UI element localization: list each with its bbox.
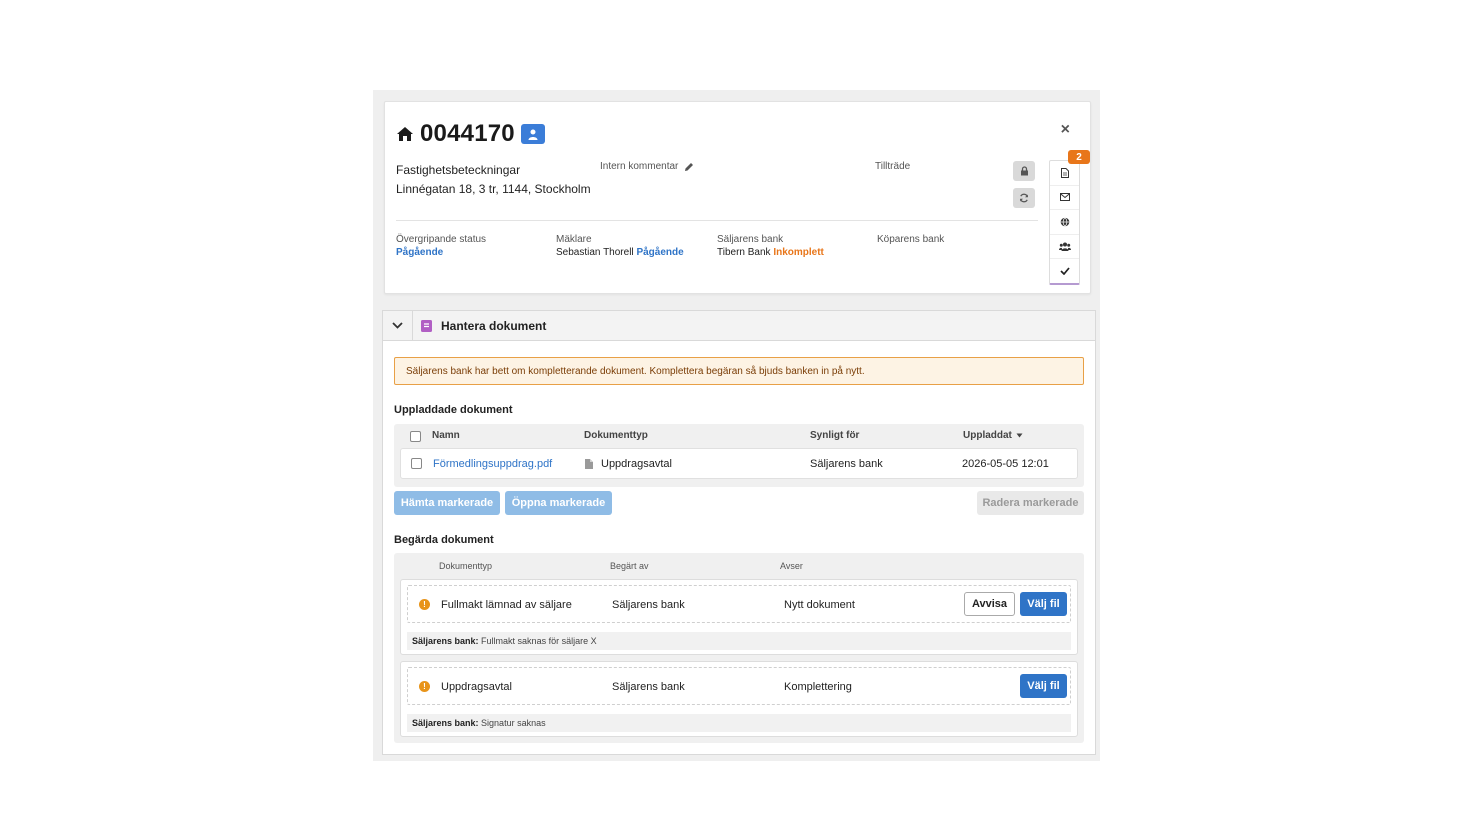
row-uploaded: 2026-05-05 12:01	[962, 458, 1049, 470]
lock-button[interactable]	[1013, 161, 1035, 181]
globe-button[interactable]	[1050, 210, 1079, 235]
notification-badge: 2	[1068, 150, 1090, 164]
col-type: Dokumenttyp	[584, 430, 648, 441]
home-icon	[397, 127, 413, 141]
request-note: Säljarens bank: Fullmakt saknas för sälj…	[407, 632, 1071, 650]
row-visible: Säljarens bank	[810, 458, 883, 470]
collapse-button[interactable]	[383, 311, 413, 340]
broker-status-value: Pågående	[636, 247, 684, 258]
request-item: ! Fullmakt lämnad av säljare Säljarens b…	[400, 579, 1078, 655]
documents-header: Hantera dokument	[383, 311, 1095, 341]
overall-status: Övergripande status Pågående	[396, 234, 486, 258]
request-by: Säljarens bank	[612, 599, 685, 611]
request-type: Fullmakt lämnad av säljare	[441, 599, 572, 611]
request-note-who: Säljarens bank:	[412, 718, 479, 728]
requested-table: Dokumenttyp Begärt av Avser ! Fullmakt l…	[394, 553, 1084, 743]
warning-icon: !	[419, 599, 430, 610]
request-row: ! Uppdragsavtal Säljarens bank Komplette…	[407, 667, 1071, 705]
choose-file-button[interactable]: Välj fil	[1020, 592, 1067, 616]
info-alert: Säljarens bank har bett om kompletterand…	[394, 357, 1084, 385]
refresh-icon	[1019, 193, 1029, 203]
request-item: ! Uppdragsavtal Säljarens bank Komplette…	[400, 661, 1078, 737]
requested-title: Begärda dokument	[394, 534, 494, 546]
document-icon	[1060, 167, 1069, 178]
open-selected-button[interactable]: Öppna markerade	[505, 491, 612, 515]
req-col-requested-by: Begärt av	[610, 561, 649, 571]
mail-icon	[1059, 193, 1070, 202]
buyer-bank-status: Köparens bank	[877, 234, 944, 247]
seller-bank-label: Säljarens bank	[717, 234, 784, 245]
request-regarding: Komplettering	[784, 681, 852, 693]
refresh-button[interactable]	[1013, 188, 1035, 208]
buyer-bank-label: Köparens bank	[877, 234, 945, 245]
request-note-text: Fullmakt saknas för säljare X	[481, 636, 597, 646]
file-icon	[585, 459, 593, 469]
choose-file-button[interactable]: Välj fil	[1020, 674, 1067, 698]
overall-status-value: Pågående	[396, 247, 444, 258]
file-link[interactable]: Förmedlingsuppdrag.pdf	[433, 458, 552, 470]
globe-icon	[1060, 217, 1069, 227]
check-button[interactable]	[1050, 259, 1079, 284]
action-icon-panel	[1049, 160, 1080, 285]
broker-status: Mäklare Sebastian Thorell Pågående	[556, 234, 684, 258]
intern-comment: Intern kommentar	[600, 161, 694, 172]
lock-icon	[1020, 166, 1028, 176]
property-label: Fastighetsbeteckningar	[396, 163, 521, 177]
seller-bank-status-value: Inkomplett	[773, 247, 824, 258]
sort-desc-icon	[1016, 433, 1023, 438]
case-title-row: 0044170	[396, 120, 545, 148]
broker-label: Mäklare	[556, 234, 592, 245]
col-uploaded-label: Uppladdat	[963, 430, 1012, 441]
broker-name: Sebastian Thorell	[556, 247, 634, 258]
overall-status-label: Övergripande status	[396, 234, 487, 245]
seller-bank-status: Säljarens bank Tibern Bank Inkomplett	[717, 234, 824, 258]
chevron-down-icon	[392, 322, 403, 329]
download-selected-button[interactable]: Hämta markerade	[394, 491, 500, 515]
case-number: 0044170	[420, 120, 515, 147]
card-divider	[396, 220, 1038, 221]
users-button[interactable]	[1050, 235, 1079, 259]
req-col-type: Dokumenttyp	[439, 561, 493, 571]
warning-icon: !	[419, 681, 430, 692]
col-uploaded[interactable]: Uppladdat	[963, 430, 1023, 441]
col-name: Namn	[432, 430, 460, 441]
request-regarding: Nytt dokument	[784, 599, 855, 611]
request-row: ! Fullmakt lämnad av säljare Säljarens b…	[407, 585, 1071, 623]
folder-document-icon	[421, 319, 432, 332]
reject-button[interactable]: Avvisa	[964, 592, 1015, 616]
documents-panel: Hantera dokument Säljarens bank har bett…	[382, 310, 1096, 755]
req-col-regarding: Avser	[780, 561, 803, 571]
documents-title: Hantera dokument	[441, 318, 547, 333]
check-icon	[1059, 267, 1070, 276]
row-type: Uppdragsavtal	[601, 458, 672, 470]
property-address: Linnégatan 18, 3 tr, 1144, Stockholm	[396, 182, 591, 196]
request-by: Säljarens bank	[612, 681, 685, 693]
tilltrade-label: Tillträde	[875, 161, 911, 172]
request-note: Säljarens bank: Signatur saknas	[407, 714, 1071, 732]
pencil-icon[interactable]	[684, 162, 694, 172]
intern-comment-label: Intern kommentar	[600, 161, 679, 172]
request-type: Uppdragsavtal	[441, 681, 512, 693]
seller-bank-name: Tibern Bank	[717, 247, 771, 258]
mail-button[interactable]	[1050, 186, 1079, 210]
users-icon	[1058, 242, 1071, 251]
col-visible: Synligt för	[810, 430, 860, 441]
request-note-text: Signatur saknas	[481, 718, 546, 728]
uploaded-title: Uppladdade dokument	[394, 404, 513, 416]
close-button[interactable]: ×	[1061, 121, 1070, 139]
case-card: 0044170 × Fastighetsbeteckningar Linnéga…	[384, 101, 1091, 294]
delete-selected-button[interactable]: Radera markerade	[977, 491, 1084, 515]
table-row: Förmedlingsuppdrag.pdf Uppdragsavtal Säl…	[400, 448, 1078, 479]
document-button[interactable]	[1050, 161, 1079, 186]
row-checkbox[interactable]	[411, 458, 422, 469]
request-note-who: Säljarens bank:	[412, 636, 479, 646]
uploaded-table: Namn Dokumenttyp Synligt för Uppladdat F…	[394, 424, 1084, 487]
select-all-checkbox[interactable]	[410, 431, 421, 442]
person-icon[interactable]	[520, 124, 545, 144]
